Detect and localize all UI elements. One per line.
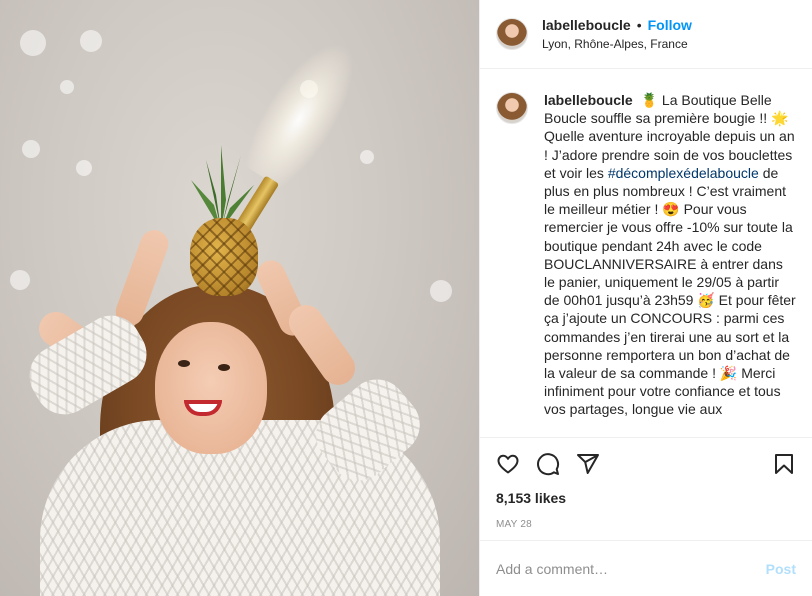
face — [155, 322, 267, 454]
likes-count[interactable]: 8,153 likes — [496, 490, 796, 510]
bookmark-icon[interactable] — [772, 452, 796, 476]
avatar[interactable] — [496, 18, 528, 50]
header-meta: labelleboucle • Follow Lyon, Rhône-Alpes… — [542, 17, 692, 51]
separator-dot: • — [636, 17, 642, 33]
comment-form: Post — [480, 540, 812, 596]
caption-username[interactable]: labelleboucle — [544, 92, 633, 108]
hashtag-link[interactable]: #décomplexédelaboucle — [608, 165, 759, 181]
pineapple-leaves — [191, 145, 254, 230]
caption: labelleboucle 🍍 La Boutique Belle Boucle… — [544, 92, 796, 418]
comment-input[interactable] — [496, 560, 766, 577]
left-eye — [178, 360, 190, 367]
post-header: labelleboucle • Follow Lyon, Rhône-Alpes… — [480, 0, 812, 69]
post-photo[interactable] — [0, 0, 479, 596]
heart-icon[interactable] — [496, 452, 520, 476]
header-line: labelleboucle • Follow — [542, 17, 692, 33]
share-icon[interactable] — [576, 452, 600, 476]
post-sidebar: labelleboucle • Follow Lyon, Rhône-Alpes… — [479, 0, 812, 596]
comments-area[interactable]: labelleboucle 🍍 La Boutique Belle Boucle… — [480, 69, 812, 437]
right-eye — [218, 364, 230, 371]
pineapple — [190, 218, 258, 296]
comment-icon[interactable] — [536, 452, 560, 476]
action-icons — [496, 438, 796, 490]
location-link[interactable]: Lyon, Rhône-Alpes, France — [542, 37, 692, 51]
post-date[interactable]: MAY 28 — [496, 519, 796, 530]
caption-text-2: de plus en plus nombreux ! C’est vraimen… — [544, 164, 796, 418]
username-link[interactable]: labelleboucle — [542, 17, 631, 33]
instagram-post: labelleboucle • Follow Lyon, Rhône-Alpes… — [0, 0, 812, 596]
caption-avatar[interactable] — [496, 92, 528, 124]
action-section: 8,153 likes MAY 28 — [480, 437, 812, 540]
post-button[interactable]: Post — [766, 561, 796, 577]
follow-button[interactable]: Follow — [648, 17, 692, 33]
